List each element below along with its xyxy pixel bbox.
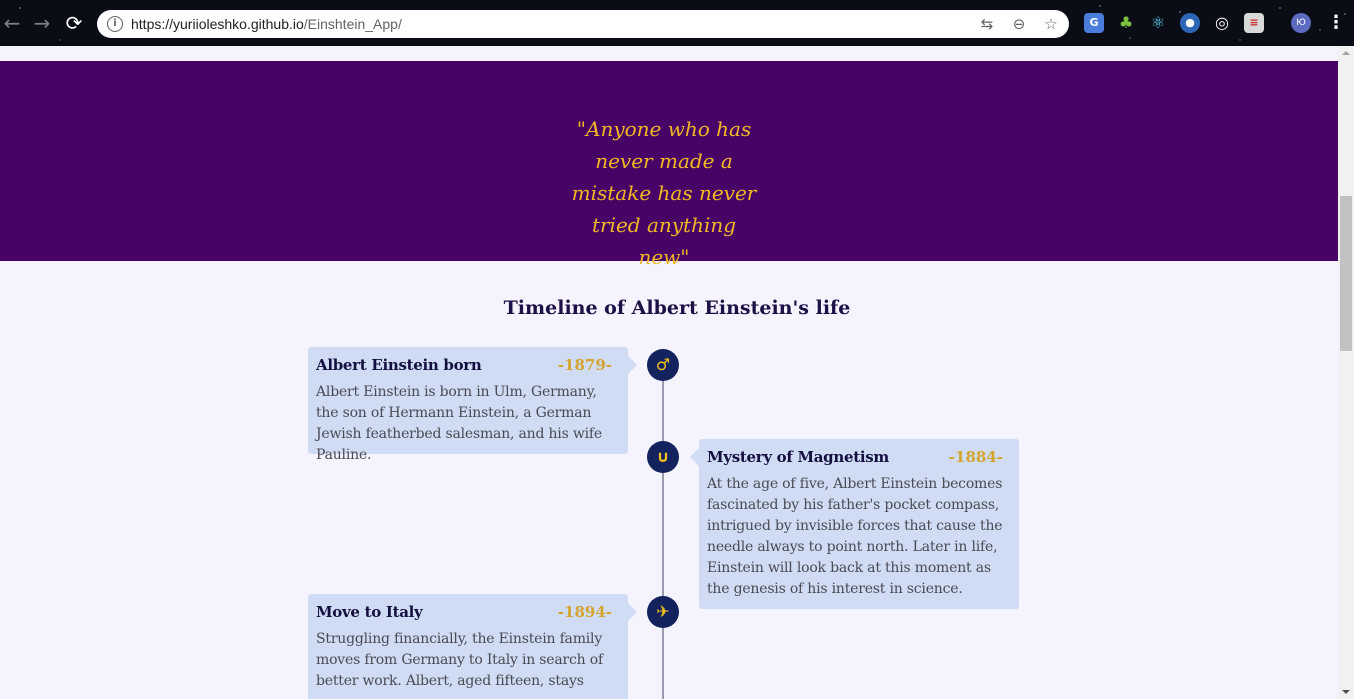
timeline-axis	[662, 365, 664, 699]
extension-circle-icon[interactable]: ●	[1180, 13, 1200, 33]
magnet-icon: ∪	[647, 441, 679, 473]
timeline-title: Timeline of Albert Einstein's life	[503, 297, 851, 319]
event-title: Mystery of Magnetism	[707, 448, 889, 466]
event-title: Albert Einstein born	[316, 356, 482, 374]
page-scrollbar[interactable]	[1338, 46, 1354, 699]
timeline-event-card: Mystery of Magnetism -1884- At the age o…	[690, 439, 1019, 609]
timeline-event-card: Move to Italy -1894- Struggling financia…	[308, 594, 637, 699]
google-translate-extension-icon[interactable]: G	[1084, 13, 1104, 33]
url-text[interactable]: https://yuriioleshko.github.io/Einshtein…	[131, 15, 402, 33]
scroll-down-arrow-icon[interactable]	[1342, 690, 1350, 694]
event-description: Struggling financially, the Einstein fam…	[316, 631, 603, 689]
profile-avatar[interactable]: Ю	[1291, 13, 1311, 33]
event-description: Albert Einstein is born in Ulm, Germany,…	[316, 384, 602, 463]
address-bar[interactable]: i https://yuriioleshko.github.io/Einshte…	[97, 10, 1069, 38]
timeline-event-card: Albert Einstein born -1879- Albert Einst…	[308, 347, 637, 463]
event-header: Mystery of Magnetism -1884-	[707, 448, 1011, 466]
target-extension-icon[interactable]: ◎	[1212, 13, 1232, 33]
event-year: -1884-	[948, 448, 1003, 466]
browser-menu-icon[interactable]: ⋮	[1326, 12, 1346, 34]
browser-toolbar: ← → ⟳ i https://yuriioleshko.github.io/E…	[0, 0, 1354, 46]
scroll-up-arrow-icon[interactable]	[1342, 51, 1350, 55]
translate-icon[interactable]: ⇆	[978, 15, 996, 33]
bookmark-star-icon[interactable]: ☆	[1042, 15, 1060, 33]
url-host: https://yuriioleshko.github.io	[131, 16, 304, 32]
event-year: -1879-	[557, 356, 612, 374]
info-icon[interactable]: i	[107, 16, 123, 32]
event-header: Albert Einstein born -1879-	[316, 356, 620, 374]
airplane-icon: ✈	[647, 596, 679, 628]
event-title: Move to Italy	[316, 603, 423, 621]
reload-button[interactable]: ⟳	[62, 11, 86, 35]
react-devtools-extension-icon[interactable]: ⚛	[1148, 13, 1168, 33]
event-year: -1894-	[557, 603, 612, 621]
back-button[interactable]: ←	[0, 11, 24, 35]
url-path: /Einshtein_App/	[303, 16, 402, 32]
pdf-extension-icon[interactable]: ≡	[1244, 13, 1264, 33]
page-viewport: "Anyone who has never made a mistake has…	[0, 46, 1338, 699]
scrollbar-thumb[interactable]	[1340, 196, 1352, 351]
event-description: At the age of five, Albert Einstein beco…	[707, 476, 1003, 597]
zoom-icon[interactable]: ⊖	[1010, 15, 1028, 33]
tree-extension-icon[interactable]: ♣	[1116, 13, 1136, 33]
quote-banner: "Anyone who has never made a mistake has…	[0, 61, 1338, 269]
male-symbol-icon: ♂	[647, 349, 679, 381]
event-header: Move to Italy -1894-	[316, 603, 620, 621]
einstein-quote: "Anyone who has never made a mistake has…	[571, 117, 757, 269]
forward-button[interactable]: →	[30, 11, 54, 35]
